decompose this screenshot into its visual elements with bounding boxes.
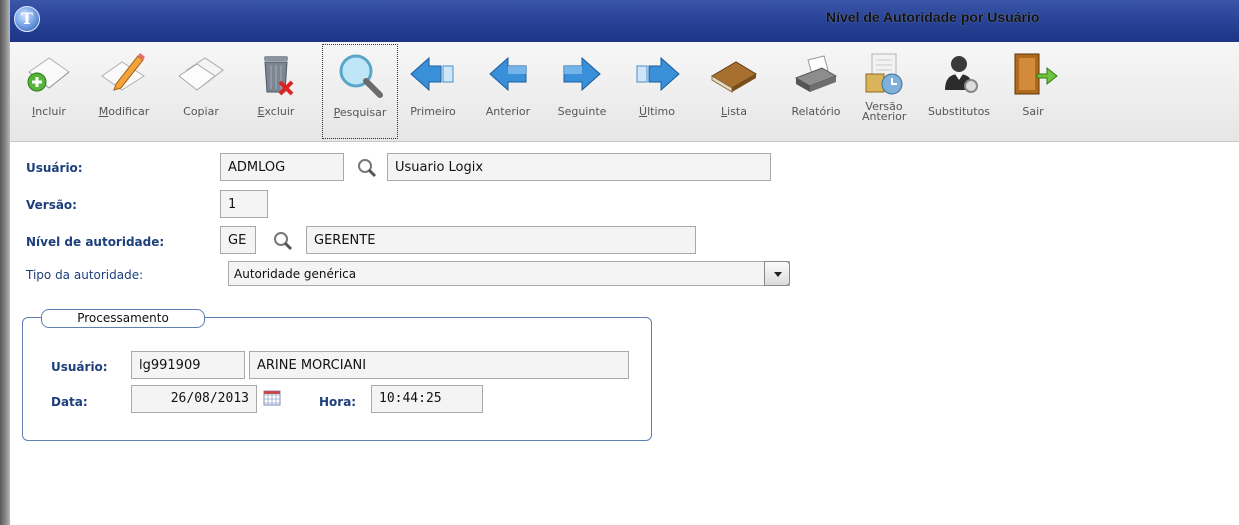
nivel-name-field: GERENTE [306, 226, 696, 254]
incluir-label: Incluir [32, 105, 66, 118]
proc-hora-field: 10:44:25 [371, 385, 483, 413]
add-page-icon [27, 57, 70, 92]
proc-usuario-label: Usuário: [51, 360, 108, 374]
processamento-legend: Processamento [41, 309, 205, 328]
modificar-label: Modificar [98, 105, 150, 118]
relatorio-label: Relatório [791, 105, 841, 118]
printer-icon [794, 55, 838, 92]
dropdown-arrow-icon[interactable] [764, 261, 790, 286]
window-left-border [0, 0, 10, 525]
pesquisar-button[interactable]: Pesquisar [322, 44, 398, 139]
copiar-label: Copiar [183, 105, 219, 118]
toolbar: Incluir Modificar Copiar Excluir Pesquis… [10, 42, 1239, 142]
copiar-button[interactable]: Copiar [168, 44, 234, 140]
relatorio-button[interactable]: Relatório [782, 44, 850, 140]
proc-hora-label: Hora: [319, 395, 357, 409]
nivel-code-input[interactable]: GE [220, 226, 256, 254]
main-form: Usuário: ADMLOG Usuario Logix Versão: 1 … [10, 143, 1239, 525]
seguinte-button[interactable]: Seguinte [550, 44, 614, 140]
substitutos-button[interactable]: Substitutos [926, 44, 992, 140]
usuario-name-field: Usuario Logix [387, 153, 771, 181]
usuario-code-input[interactable]: ADMLOG [220, 153, 344, 181]
trash-delete-icon [264, 56, 294, 96]
proc-data-label: Data: [51, 395, 88, 409]
window-title: Nível de Autoridade por Usuário [826, 9, 1040, 25]
modificar-button[interactable]: Modificar [88, 44, 160, 140]
lista-label: Lista [721, 105, 747, 118]
anterior-label: Anterior [485, 105, 531, 118]
edit-pencil-icon [101, 53, 145, 91]
sair-button[interactable]: Sair [1008, 44, 1058, 140]
calendar-icon[interactable] [263, 390, 281, 406]
app-logo-icon: T [14, 6, 40, 32]
proc-usuario-name-field: ARINE MORCIANI [249, 351, 629, 379]
tipo-autoridade-select[interactable]: Autoridade genérica [228, 261, 790, 286]
versao-input[interactable]: 1 [220, 190, 268, 218]
versao-anterior-label: Versão Anterior [862, 100, 907, 123]
tipo-autoridade-label: Tipo da autoridade: [26, 268, 144, 282]
book-list-icon [711, 61, 757, 93]
user-substitute-icon [945, 56, 978, 93]
version-history-icon [865, 53, 903, 95]
ultimo-button[interactable]: Último [626, 44, 688, 140]
excluir-label: Excluir [257, 105, 295, 118]
pesquisar-label: Pesquisar [333, 106, 387, 119]
anterior-button[interactable]: Anterior [476, 44, 540, 140]
next-arrow-icon [563, 56, 601, 92]
proc-usuario-code-field: lg991909 [131, 351, 245, 379]
versao-label: Versão: [26, 198, 77, 212]
tipo-autoridade-value: Autoridade genérica [234, 267, 357, 281]
processamento-group: Processamento Usuário: lg991909 ARINE MO… [22, 309, 652, 441]
first-arrow-icon [410, 56, 454, 92]
copy-pages-icon [178, 57, 224, 91]
substitutos-label: Substitutos [927, 105, 991, 118]
title-bar: T Nível de Autoridade por Usuário [10, 0, 1239, 42]
exit-door-icon [1014, 53, 1058, 95]
usuario-label: Usuário: [26, 161, 83, 175]
versao-anterior-button[interactable]: Versão Anterior [856, 44, 912, 140]
magnifier-icon [339, 54, 383, 98]
nivel-autoridade-label: Nível de autoridade: [26, 235, 165, 249]
primeiro-label: Primeiro [410, 105, 456, 118]
previous-arrow-icon [489, 56, 527, 92]
seguinte-label: Seguinte [557, 105, 607, 118]
excluir-button[interactable]: Excluir [246, 44, 306, 140]
nivel-search-icon[interactable] [272, 230, 294, 252]
primeiro-button[interactable]: Primeiro [402, 44, 464, 140]
usuario-search-icon[interactable] [356, 157, 378, 179]
incluir-button[interactable]: Incluir [18, 44, 80, 140]
proc-data-field: 26/08/2013 [131, 385, 257, 413]
lista-button[interactable]: Lista [704, 44, 764, 140]
ultimo-label: Último [639, 105, 675, 118]
sair-label: Sair [1022, 105, 1044, 118]
last-arrow-icon [636, 56, 680, 92]
